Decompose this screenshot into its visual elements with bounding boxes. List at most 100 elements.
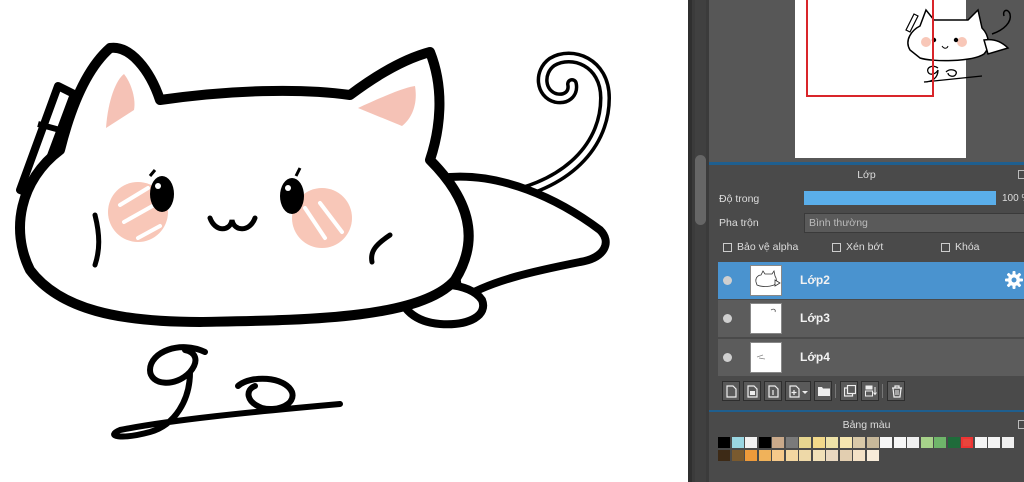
panel-undock-icon[interactable] bbox=[1018, 170, 1024, 179]
color-swatch[interactable] bbox=[718, 450, 730, 461]
layer-thumbnail bbox=[750, 265, 782, 296]
halftone-layer-icon bbox=[747, 385, 758, 398]
color-swatch[interactable] bbox=[785, 450, 798, 461]
opacity-slider[interactable] bbox=[804, 191, 996, 205]
color-swatch[interactable] bbox=[988, 437, 1000, 448]
color-swatch[interactable] bbox=[799, 450, 811, 461]
blend-label: Pha trộn bbox=[719, 217, 759, 229]
color-swatch[interactable] bbox=[839, 437, 852, 448]
lock-label: Khóa bbox=[955, 241, 980, 253]
color-swatch[interactable] bbox=[961, 437, 973, 448]
folder-icon bbox=[818, 387, 830, 396]
color-swatch[interactable] bbox=[920, 437, 933, 448]
blend-mode-select[interactable]: Bình thường bbox=[804, 213, 1024, 233]
visibility-eye-icon[interactable] bbox=[723, 353, 732, 362]
color-swatch[interactable] bbox=[907, 437, 919, 448]
duplicate-layer-button[interactable] bbox=[840, 381, 858, 401]
opacity-label: Độ trong bbox=[719, 193, 760, 205]
layer-row-lop2[interactable]: Lớp2 bbox=[718, 262, 1024, 299]
layer-thumbnail bbox=[750, 303, 782, 334]
color-swatch[interactable] bbox=[772, 437, 784, 448]
scrollbar-track[interactable] bbox=[695, 0, 706, 482]
layer-name: Lớp2 bbox=[800, 273, 830, 287]
navigator-viewport-frame[interactable] bbox=[806, 0, 934, 97]
clipping-label: Xén bớt bbox=[846, 241, 884, 253]
cat-drawing bbox=[15, 42, 612, 440]
color-swatch[interactable] bbox=[893, 437, 906, 448]
visibility-eye-icon[interactable] bbox=[723, 276, 732, 285]
layers-panel-header: Lớp bbox=[709, 166, 1024, 184]
color-swatch[interactable] bbox=[839, 450, 852, 461]
gear-icon[interactable] bbox=[1004, 270, 1024, 290]
duplicate-icon bbox=[844, 385, 856, 397]
layer-thumbnail-sketch bbox=[770, 308, 776, 313]
color-swatch[interactable] bbox=[731, 437, 744, 448]
color-swatch[interactable] bbox=[1001, 437, 1014, 448]
new-halftone-layer-button[interactable] bbox=[743, 381, 761, 401]
color-swatch[interactable] bbox=[853, 450, 865, 461]
color-swatch[interactable] bbox=[866, 437, 879, 448]
color-swatch[interactable] bbox=[812, 437, 825, 448]
color-swatch[interactable] bbox=[853, 437, 865, 448]
right-panel: Lớp Độ trong 100 % Pha trộn Bình thường … bbox=[709, 0, 1024, 482]
delete-layer-button[interactable] bbox=[887, 381, 905, 401]
color-swatch[interactable] bbox=[772, 450, 784, 461]
opacity-value: 100 % bbox=[1002, 193, 1024, 204]
layer-toolbar bbox=[718, 380, 1024, 404]
protect-alpha-label: Bảo vệ alpha bbox=[737, 241, 799, 253]
color-swatch[interactable] bbox=[826, 450, 838, 461]
add-layer-dropdown-button[interactable] bbox=[785, 381, 811, 401]
checkbox-box[interactable] bbox=[941, 242, 950, 252]
color-swatch[interactable] bbox=[758, 450, 771, 461]
scrollbar-thumb[interactable] bbox=[695, 155, 706, 225]
navigator-panel bbox=[709, 0, 1024, 162]
merge-down-icon bbox=[865, 385, 877, 397]
canvas-scrollbar[interactable] bbox=[692, 0, 709, 482]
drawing-canvas[interactable] bbox=[0, 0, 688, 482]
layer-name: Lớp3 bbox=[800, 311, 830, 325]
color-swatch[interactable] bbox=[785, 437, 798, 448]
color-swatch[interactable] bbox=[799, 437, 811, 448]
color-swatch[interactable] bbox=[934, 437, 946, 448]
color-swatch[interactable] bbox=[745, 437, 757, 448]
protect-alpha-checkbox[interactable]: Bảo vệ alpha bbox=[723, 241, 798, 253]
color-swatch[interactable] bbox=[880, 437, 892, 448]
checkbox-box[interactable] bbox=[832, 242, 841, 252]
new-layer-button[interactable] bbox=[722, 381, 740, 401]
layers-panel-title: Lớp bbox=[857, 169, 876, 181]
color-swatch[interactable] bbox=[812, 450, 825, 461]
merge-layer-button[interactable] bbox=[861, 381, 879, 401]
trash-icon bbox=[892, 385, 902, 398]
palette-panel-title: Bảng màu bbox=[842, 419, 891, 431]
toolbar-divider bbox=[835, 384, 836, 398]
color-swatch[interactable] bbox=[758, 437, 771, 448]
color-swatch[interactable] bbox=[866, 450, 879, 461]
layer-thumbnail bbox=[750, 342, 782, 373]
color-swatch[interactable] bbox=[745, 450, 757, 461]
visibility-eye-icon[interactable] bbox=[723, 314, 732, 323]
layer-thumbnail-sketch bbox=[756, 354, 766, 360]
palette-panel-header: Bảng màu bbox=[709, 416, 1024, 434]
panel-undock-icon[interactable] bbox=[1018, 420, 1024, 429]
clipping-checkbox[interactable]: Xén bớt bbox=[832, 241, 883, 253]
layer-name: Lớp4 bbox=[800, 350, 830, 364]
layer-row-lop3[interactable]: Lớp3 bbox=[718, 300, 1024, 337]
new-8bit-layer-button[interactable] bbox=[764, 381, 782, 401]
color-palette bbox=[718, 437, 1024, 467]
color-swatch[interactable] bbox=[826, 437, 838, 448]
color-swatch[interactable] bbox=[718, 437, 730, 448]
panel-separator bbox=[709, 162, 1024, 165]
layer-row-lop4[interactable]: Lớp4 bbox=[718, 339, 1024, 376]
toolbar-divider bbox=[882, 384, 883, 398]
color-swatch[interactable] bbox=[974, 437, 987, 448]
navigator-page[interactable] bbox=[795, 0, 1012, 158]
layer-thumbnail-sketch bbox=[755, 269, 781, 287]
8bit-layer-icon bbox=[768, 385, 779, 398]
color-swatch[interactable] bbox=[947, 437, 960, 448]
new-page-icon bbox=[726, 385, 737, 398]
new-folder-button[interactable] bbox=[814, 381, 832, 401]
checkbox-box[interactable] bbox=[723, 242, 732, 252]
lock-checkbox[interactable]: Khóa bbox=[941, 241, 980, 253]
color-swatch[interactable] bbox=[731, 450, 744, 461]
panel-separator bbox=[709, 410, 1024, 412]
